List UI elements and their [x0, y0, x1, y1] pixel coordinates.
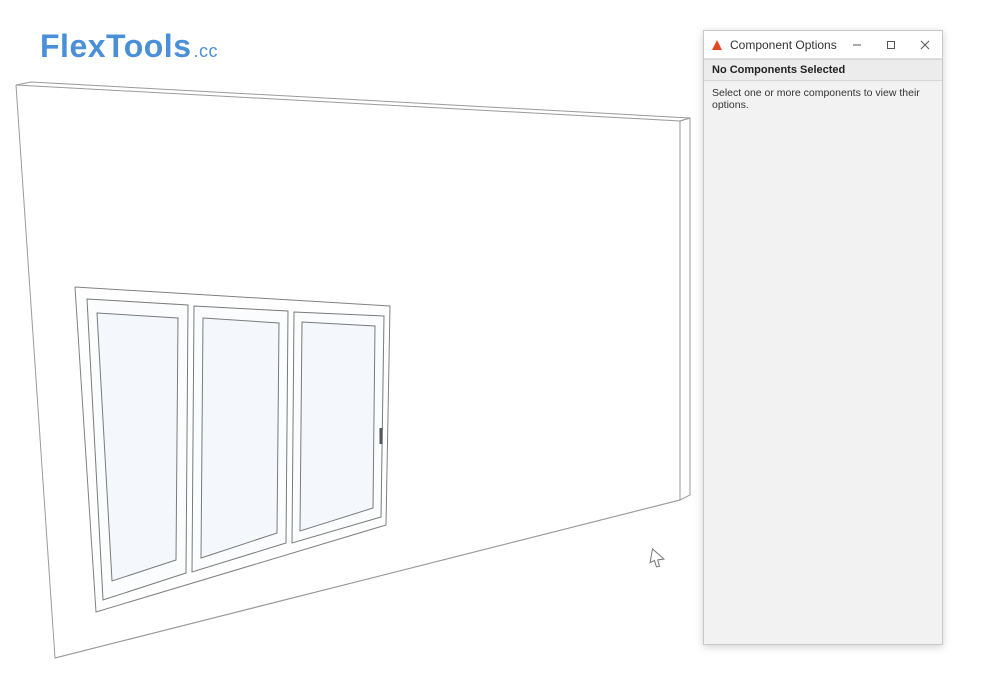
select-cursor-icon — [646, 546, 669, 569]
minimize-button[interactable] — [840, 31, 874, 59]
close-button[interactable] — [908, 31, 942, 59]
flextools-logo: FlexTools.cc — [40, 28, 218, 65]
dialog-title: Component Options — [730, 38, 837, 52]
maximize-button[interactable] — [874, 31, 908, 59]
dialog-body-text: Select one or more components to view th… — [712, 87, 920, 111]
dialog-subhead: No Components Selected — [704, 59, 942, 81]
sketchup-icon — [710, 38, 724, 52]
dialog-titlebar[interactable]: Component Options — [704, 31, 942, 59]
component-options-window[interactable]: Component Options No Components Selected… — [703, 30, 943, 645]
logo-main: FlexTools — [40, 28, 191, 64]
dialog-body: Select one or more components to view th… — [704, 81, 942, 644]
logo-suffix: .cc — [193, 41, 218, 61]
